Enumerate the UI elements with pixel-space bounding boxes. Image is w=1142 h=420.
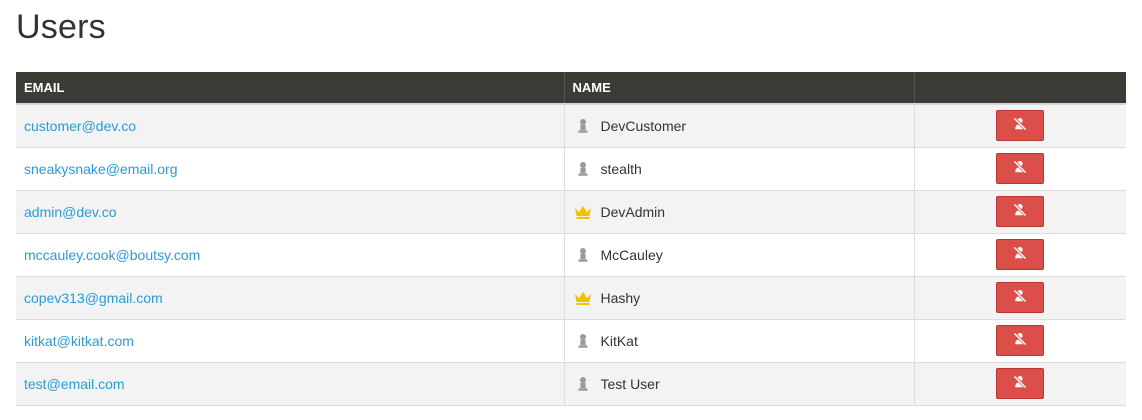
table-row: admin@dev.co DevAdmin bbox=[16, 190, 1126, 234]
email-link[interactable]: customer@dev.co bbox=[24, 118, 136, 134]
action-cell bbox=[914, 319, 1126, 363]
user-slash-icon bbox=[1012, 288, 1028, 307]
user-name: DevCustomer bbox=[600, 117, 687, 134]
email-link[interactable]: sneakysnake@email.org bbox=[24, 161, 178, 177]
column-header-name: NAME bbox=[564, 72, 915, 104]
user-icon bbox=[573, 160, 593, 178]
email-link[interactable]: kitkat@kitkat.com bbox=[24, 333, 134, 349]
email-cell: kitkat@kitkat.com bbox=[16, 319, 565, 363]
name-cell: KitKat bbox=[564, 319, 915, 363]
table-header-row: EMAIL NAME bbox=[16, 72, 1126, 104]
page-title: Users bbox=[16, 8, 106, 46]
action-cell bbox=[914, 103, 1126, 148]
name-cell: DevCustomer bbox=[564, 103, 915, 148]
user-name: McCauley bbox=[600, 246, 663, 263]
user-slash-icon bbox=[1012, 374, 1028, 393]
name-cell: Hashy bbox=[564, 276, 915, 320]
disable-user-button[interactable] bbox=[996, 196, 1045, 227]
users-page: Users EMAIL NAME customer@dev.co DevCust… bbox=[0, 0, 1142, 420]
users-table: EMAIL NAME customer@dev.co DevCustomer s… bbox=[16, 72, 1126, 406]
user-name: Test User bbox=[600, 375, 660, 392]
email-cell: customer@dev.co bbox=[16, 103, 565, 148]
user-slash-icon bbox=[1012, 116, 1028, 135]
disable-user-button[interactable] bbox=[996, 282, 1045, 313]
table-row: kitkat@kitkat.com KitKat bbox=[16, 319, 1126, 363]
action-cell bbox=[914, 276, 1126, 320]
disable-user-button[interactable] bbox=[996, 153, 1045, 184]
table-row: mccauley.cook@boutsy.com McCauley bbox=[16, 233, 1126, 277]
column-header-actions bbox=[914, 72, 1126, 104]
user-slash-icon bbox=[1012, 202, 1028, 221]
user-name: KitKat bbox=[600, 332, 638, 349]
email-cell: test@email.com bbox=[16, 362, 565, 406]
user-name: Hashy bbox=[600, 289, 641, 306]
user-icon bbox=[573, 246, 593, 264]
email-cell: admin@dev.co bbox=[16, 190, 565, 234]
disable-user-button[interactable] bbox=[996, 325, 1045, 356]
column-header-email: EMAIL bbox=[16, 72, 565, 104]
email-link[interactable]: admin@dev.co bbox=[24, 204, 117, 220]
user-name: DevAdmin bbox=[600, 203, 666, 220]
action-cell bbox=[914, 147, 1126, 191]
crown-icon bbox=[573, 289, 593, 307]
table-row: sneakysnake@email.org stealth bbox=[16, 147, 1126, 191]
name-cell: Test User bbox=[564, 362, 915, 406]
table-row: test@email.com Test User bbox=[16, 362, 1126, 406]
email-cell: sneakysnake@email.org bbox=[16, 147, 565, 191]
table-body: customer@dev.co DevCustomer sneakysnake@… bbox=[16, 103, 1126, 406]
name-cell: DevAdmin bbox=[564, 190, 915, 234]
name-cell: McCauley bbox=[564, 233, 915, 277]
user-icon bbox=[573, 332, 593, 350]
email-link[interactable]: mccauley.cook@boutsy.com bbox=[24, 247, 200, 263]
email-cell: mccauley.cook@boutsy.com bbox=[16, 233, 565, 277]
table-row: customer@dev.co DevCustomer bbox=[16, 103, 1126, 148]
action-cell bbox=[914, 190, 1126, 234]
email-cell: copev313@gmail.com bbox=[16, 276, 565, 320]
action-cell bbox=[914, 233, 1126, 277]
user-slash-icon bbox=[1012, 331, 1028, 350]
crown-icon bbox=[573, 203, 593, 221]
disable-user-button[interactable] bbox=[996, 368, 1045, 399]
action-cell bbox=[914, 362, 1126, 406]
name-cell: stealth bbox=[564, 147, 915, 191]
email-link[interactable]: test@email.com bbox=[24, 376, 125, 392]
user-slash-icon bbox=[1012, 245, 1028, 264]
disable-user-button[interactable] bbox=[996, 110, 1045, 142]
user-slash-icon bbox=[1012, 159, 1028, 178]
user-icon bbox=[573, 117, 593, 135]
user-icon bbox=[573, 375, 593, 393]
user-name: stealth bbox=[600, 160, 642, 177]
disable-user-button[interactable] bbox=[996, 239, 1045, 270]
table-row: copev313@gmail.com Hashy bbox=[16, 276, 1126, 320]
email-link[interactable]: copev313@gmail.com bbox=[24, 290, 163, 306]
